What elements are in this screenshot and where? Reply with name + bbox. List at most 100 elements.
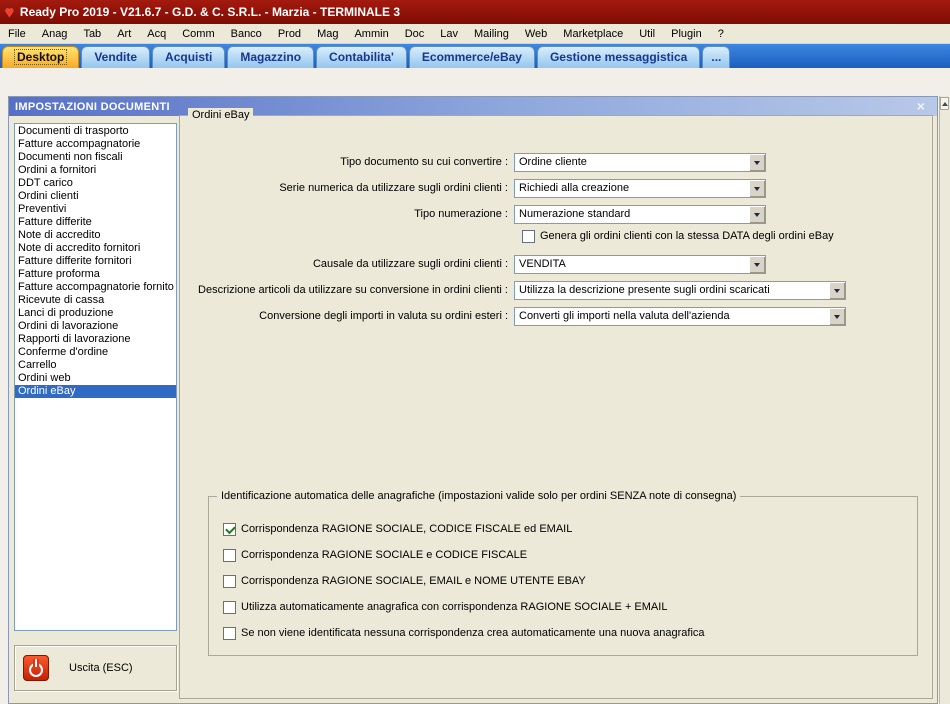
checkbox-corrispondenza-rs-cf[interactable] bbox=[223, 548, 236, 562]
combo-value: Converti gli importi nella valuta dell'a… bbox=[519, 310, 730, 322]
tab-acquisti-label: Acquisti bbox=[165, 50, 213, 64]
combo-value: Numerazione standard bbox=[519, 208, 631, 220]
combo-causale[interactable]: VENDITA bbox=[514, 254, 766, 274]
menu-item-art[interactable]: Art bbox=[109, 25, 139, 43]
dialog-title: IMPOSTAZIONI DOCUMENTI bbox=[15, 100, 170, 113]
combo-tipo-numerazione[interactable]: Numerazione standard bbox=[514, 204, 766, 224]
combo-value: Richiedi alla creazione bbox=[519, 182, 630, 194]
sidebar-item[interactable]: Ordini di lavorazione bbox=[15, 320, 176, 333]
checkbox-label: Corrispondenza RAGIONE SOCIALE e CODICE … bbox=[241, 549, 528, 561]
tab-acquisti[interactable]: Acquisti bbox=[152, 46, 226, 68]
menu-item-lav[interactable]: Lav bbox=[432, 25, 466, 43]
scroll-up-icon[interactable] bbox=[940, 97, 949, 110]
chevron-down-icon[interactable] bbox=[829, 281, 845, 299]
checkbox-label: Utilizza automaticamente anagrafica con … bbox=[241, 601, 668, 613]
menu-item-mailing[interactable]: Mailing bbox=[466, 25, 517, 43]
menu-item-help[interactable]: ? bbox=[710, 25, 732, 43]
field-label: Tipo documento su cui convertire : bbox=[340, 156, 508, 168]
chevron-down-icon[interactable] bbox=[749, 255, 765, 273]
menu-item-doc[interactable]: Doc bbox=[397, 25, 433, 43]
menu-item-comm[interactable]: Comm bbox=[174, 25, 222, 43]
exit-button-label: Uscita (ESC) bbox=[69, 662, 133, 674]
dialog-titlebar[interactable]: IMPOSTAZIONI DOCUMENTI × bbox=[9, 97, 937, 116]
chevron-down-icon[interactable] bbox=[829, 307, 845, 325]
tab-desktop[interactable]: Desktop bbox=[2, 46, 80, 68]
panel-legend: Ordini eBay bbox=[188, 108, 254, 122]
menu-item-banco[interactable]: Banco bbox=[223, 25, 270, 43]
chevron-down-icon[interactable] bbox=[749, 179, 765, 197]
sidebar-item[interactable]: Fatture differite bbox=[15, 216, 176, 229]
sidebar-item[interactable]: Ricevute di cassa bbox=[15, 294, 176, 307]
sidebar-item[interactable]: Documenti non fiscali bbox=[15, 151, 176, 164]
ordini-ebay-panel: Ordini eBay Tipo documento su cui conver… bbox=[179, 108, 933, 699]
checkbox-label: Corrispondenza RAGIONE SOCIALE, CODICE F… bbox=[241, 523, 573, 535]
sidebar-item[interactable]: Conferme d'ordine bbox=[15, 346, 176, 359]
sidebar-item[interactable]: DDT carico bbox=[15, 177, 176, 190]
dialog-close-button[interactable]: × bbox=[913, 98, 929, 114]
menu-item-prod[interactable]: Prod bbox=[270, 25, 309, 43]
sidebar-item-ordini-ebay[interactable]: Ordini eBay bbox=[15, 385, 176, 398]
checkbox-corrispondenza-rs-cf-email[interactable] bbox=[223, 522, 236, 536]
sidebar-item[interactable]: Rapporti di lavorazione bbox=[15, 333, 176, 346]
combo-conversione-valuta[interactable]: Converti gli importi nella valuta dell'a… bbox=[514, 306, 846, 326]
menu-item-acq[interactable]: Acq bbox=[139, 25, 174, 43]
menu-item-tab[interactable]: Tab bbox=[75, 25, 109, 43]
exit-button[interactable]: Uscita (ESC) bbox=[14, 645, 177, 691]
tab-magazzino[interactable]: Magazzino bbox=[227, 46, 315, 68]
field-label: Causale da utilizzare sugli ordini clien… bbox=[312, 258, 508, 270]
identificazione-anagrafiche-panel: Identificazione automatica delle anagraf… bbox=[208, 489, 918, 656]
sidebar-item[interactable]: Fatture accompagnatorie bbox=[15, 138, 176, 151]
menu-item-mag[interactable]: Mag bbox=[309, 25, 346, 43]
impostazioni-documenti-dialog: IMPOSTAZIONI DOCUMENTI × Documenti di tr… bbox=[8, 96, 938, 704]
checkbox-stessa-data[interactable] bbox=[522, 229, 535, 243]
chevron-down-icon[interactable] bbox=[749, 153, 765, 171]
sidebar-item[interactable]: Preventivi bbox=[15, 203, 176, 216]
sidebar-item[interactable]: Carrello bbox=[15, 359, 176, 372]
tab-desktop-label: Desktop bbox=[13, 49, 68, 65]
combo-serie-numerica[interactable]: Richiedi alla creazione bbox=[514, 178, 766, 198]
sidebar-item[interactable]: Fatture proforma bbox=[15, 268, 176, 281]
checkbox-label: Se non viene identificata nessuna corris… bbox=[241, 627, 705, 639]
background-scrollbar[interactable] bbox=[939, 96, 950, 704]
combo-descrizione-articoli[interactable]: Utilizza la descrizione presente sugli o… bbox=[514, 280, 846, 300]
sidebar-item[interactable]: Note di accredito bbox=[15, 229, 176, 242]
document-types-list: Documenti di trasporto Fatture accompagn… bbox=[14, 123, 177, 631]
combo-value: VENDITA bbox=[519, 258, 566, 270]
power-icon[interactable] bbox=[23, 655, 49, 681]
field-label: Serie numerica da utilizzare sugli ordin… bbox=[279, 182, 508, 194]
menu-item-file[interactable]: File bbox=[0, 25, 34, 43]
tab-vendite[interactable]: Vendite bbox=[81, 46, 151, 68]
sidebar-item[interactable]: Ordini clienti bbox=[15, 190, 176, 203]
checkbox-utilizza-anagrafica-rs-email[interactable] bbox=[223, 600, 236, 614]
sidebar-item[interactable]: Fatture accompagnatorie fornito bbox=[15, 281, 176, 294]
tab-gestione-messaggistica-label: Gestione messaggistica bbox=[549, 50, 688, 64]
window-title: Ready Pro 2019 - V21.6.7 - G.D. & C. S.R… bbox=[19, 5, 401, 19]
sidebar-item[interactable]: Lanci di produzione bbox=[15, 307, 176, 320]
menu-item-plugin[interactable]: Plugin bbox=[663, 25, 710, 43]
checkbox-corrispondenza-rs-email-utente[interactable] bbox=[223, 574, 236, 588]
tab-vendite-label: Vendite bbox=[94, 50, 138, 64]
menu-item-ammin[interactable]: Ammin bbox=[346, 25, 396, 43]
menu-item-web[interactable]: Web bbox=[517, 25, 555, 43]
window-titlebar[interactable]: ♥ Ready Pro 2019 - V21.6.7 - G.D. & C. S… bbox=[0, 0, 950, 24]
menu-item-marketplace[interactable]: Marketplace bbox=[555, 25, 631, 43]
sidebar-item[interactable]: Note di accredito fornitori bbox=[15, 242, 176, 255]
menu-bar: File Anag Tab Art Acq Comm Banco Prod Ma… bbox=[0, 24, 950, 44]
tab-overflow-label: ... bbox=[711, 50, 722, 64]
field-label: Conversione degli importi in valuta su o… bbox=[259, 310, 508, 322]
sidebar-item[interactable]: Ordini web bbox=[15, 372, 176, 385]
combo-tipo-documento[interactable]: Ordine cliente bbox=[514, 152, 766, 172]
tab-ecommerce-ebay[interactable]: Ecommerce/eBay bbox=[408, 46, 535, 68]
checkbox-crea-nuova-anagrafica[interactable] bbox=[223, 626, 236, 640]
tab-bar: Desktop Vendite Acquisti Magazzino Conta… bbox=[0, 44, 950, 68]
sidebar-item[interactable]: Ordini a fornitori bbox=[15, 164, 176, 177]
sidebar-item[interactable]: Documenti di trasporto bbox=[15, 125, 176, 138]
tab-gestione-messaggistica[interactable]: Gestione messaggistica bbox=[536, 46, 701, 68]
tab-overflow[interactable]: ... bbox=[702, 46, 731, 68]
field-label: Tipo numerazione : bbox=[414, 208, 508, 220]
chevron-down-icon[interactable] bbox=[749, 205, 765, 223]
sidebar-item[interactable]: Fatture differite fornitori bbox=[15, 255, 176, 268]
menu-item-anag[interactable]: Anag bbox=[34, 25, 76, 43]
tab-contabilita[interactable]: Contabilita' bbox=[316, 46, 407, 68]
menu-item-util[interactable]: Util bbox=[631, 25, 663, 43]
